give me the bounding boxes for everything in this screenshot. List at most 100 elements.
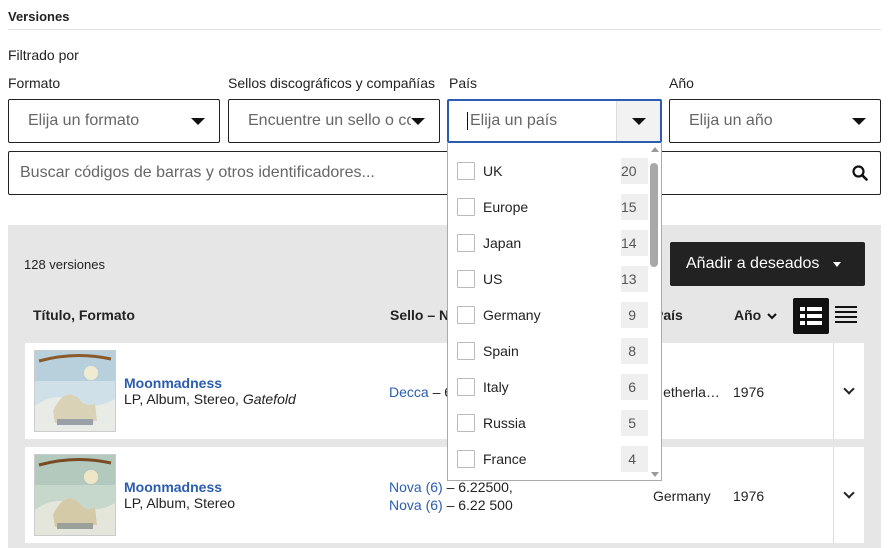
column-header-year-label: Año: [734, 307, 762, 323]
checkbox[interactable]: [457, 450, 475, 468]
expand-row-button[interactable]: [833, 343, 864, 439]
label-link[interactable]: Nova (6): [389, 479, 443, 495]
country-option[interactable]: Germany 9: [448, 297, 648, 333]
release-label: Nova (6) – 6.22500,: [389, 479, 513, 495]
label-link[interactable]: Nova (6): [389, 497, 443, 513]
column-header-title[interactable]: Título, Formato: [33, 307, 135, 323]
chevron-down-icon: [843, 383, 855, 395]
country-select-toggle[interactable]: [616, 101, 660, 141]
album-cover-image: [35, 351, 115, 431]
catalog-number: – 6.22500,: [442, 479, 513, 495]
caret-down-icon: [411, 117, 425, 125]
country-option-name: Europe: [483, 199, 529, 215]
caret-down-icon: [852, 117, 866, 125]
country-option-name: Russia: [483, 415, 526, 431]
chevron-down-icon: [767, 313, 777, 320]
country-dropdown-list: UK 20 Europe 15 Japan 14 US 13 Germany 9 Spai…: [447, 143, 662, 481]
album-cover-thumbnail[interactable]: [34, 454, 116, 536]
version-row: Moonmadness LP, Album, Stereo, Gatefold …: [25, 343, 864, 439]
format-extra-text: Gatefold: [242, 391, 296, 407]
format-select-placeholder: Elija un formato: [28, 112, 140, 129]
country-select[interactable]: Elija un país: [447, 99, 662, 143]
release-year: 1976: [733, 488, 765, 504]
album-cover-image: [35, 455, 115, 535]
country-option[interactable]: France 4: [448, 441, 648, 477]
country-option-name: Germany: [483, 307, 541, 323]
country-option[interactable]: Russia 5: [448, 405, 648, 441]
checkbox[interactable]: [457, 306, 475, 324]
country-option-name: US: [483, 271, 503, 287]
label-select-placeholder: Encuentre un sello o compañía: [248, 112, 411, 129]
country-option-name: UK: [483, 163, 503, 179]
format-text: LP, Album, Stereo,: [124, 391, 243, 407]
release-format: LP, Album, Stereo, Gatefold: [124, 391, 296, 407]
dropdown-scrollbar[interactable]: [649, 147, 659, 477]
section-divider: [8, 29, 881, 30]
checkbox[interactable]: [457, 414, 475, 432]
add-to-wishlist-button[interactable]: Añadir a deseados: [670, 242, 865, 286]
caret-down-icon: [631, 117, 646, 125]
release-title-link[interactable]: Moonmadness: [124, 375, 222, 391]
label-link[interactable]: Decca: [389, 384, 429, 400]
identifier-search: [8, 151, 881, 195]
release-format: LP, Album, Stereo: [124, 495, 236, 511]
scrollbar-thumb[interactable]: [650, 163, 658, 267]
country-option[interactable]: Europe 15: [448, 189, 648, 225]
country-option-count: 13: [621, 266, 648, 292]
release-country: Netherlands: [653, 384, 723, 400]
scroll-up-arrow-icon[interactable]: [651, 147, 659, 152]
column-header-label[interactable]: Sello – N: [390, 307, 449, 323]
checkbox[interactable]: [457, 342, 475, 360]
release-title-link[interactable]: Moonmadness: [124, 479, 222, 495]
card-view-icon: [800, 307, 822, 325]
add-to-wishlist-label: Añadir a deseados: [686, 255, 820, 272]
country-option-name: Spain: [483, 343, 519, 359]
expand-row-button[interactable]: [833, 447, 864, 543]
country-option-count: 20: [621, 158, 648, 184]
release-label: Decca – 6: [389, 384, 452, 400]
country-option-count: 8: [621, 338, 648, 364]
checkbox[interactable]: [457, 378, 475, 396]
chevron-down-icon: [843, 487, 855, 499]
label-filter-label: Sellos discográficos y compañías: [228, 75, 435, 91]
scroll-down-arrow-icon[interactable]: [651, 472, 659, 477]
checkbox[interactable]: [457, 162, 475, 180]
release-country: Germany: [653, 488, 711, 504]
country-option-name: Japan: [483, 235, 522, 251]
card-view-toggle[interactable]: [793, 298, 829, 334]
country-option-count: 14: [621, 230, 648, 256]
release-label: Nova (6) – 6.22 500: [389, 497, 513, 513]
checkbox[interactable]: [457, 234, 475, 252]
country-option-count: 9: [621, 302, 648, 328]
column-header-year[interactable]: Año: [734, 307, 777, 323]
format-filter-label: Formato: [8, 75, 61, 91]
checkbox[interactable]: [457, 198, 475, 216]
caret-down-icon: [833, 261, 842, 267]
year-filter-label: Año: [669, 75, 694, 91]
country-option[interactable]: Japan 14: [448, 225, 648, 261]
country-option-name: France: [483, 451, 527, 467]
list-view-icon: [835, 306, 857, 323]
list-view-toggle[interactable]: [835, 304, 859, 328]
country-option[interactable]: UK 20: [448, 153, 648, 189]
format-select[interactable]: Elija un formato: [8, 99, 220, 143]
country-option[interactable]: Spain 8: [448, 333, 648, 369]
search-button[interactable]: [840, 153, 880, 193]
versions-panel: 128 versiones Añadir a deseados Título, …: [8, 225, 881, 548]
label-select[interactable]: Encuentre un sello o compañía: [228, 99, 440, 143]
release-year: 1976: [733, 384, 765, 400]
country-option-count: 15: [621, 194, 648, 220]
identifier-search-input[interactable]: [9, 164, 840, 182]
country-option[interactable]: US 13: [448, 261, 648, 297]
checkbox[interactable]: [457, 270, 475, 288]
year-select[interactable]: Elija un año: [669, 99, 881, 143]
album-cover-thumbnail[interactable]: [34, 350, 116, 432]
country-filter-label: País: [449, 75, 478, 91]
search-icon: [852, 165, 868, 181]
filtered-by-label: Filtrado por: [8, 47, 79, 63]
country-option-name: Italy: [483, 379, 509, 395]
country-option[interactable]: Italy 6: [448, 369, 648, 405]
year-select-placeholder: Elija un año: [689, 112, 773, 129]
version-row: Moonmadness LP, Album, Stereo Nova (6) –…: [25, 447, 864, 543]
caret-down-icon: [191, 117, 205, 125]
